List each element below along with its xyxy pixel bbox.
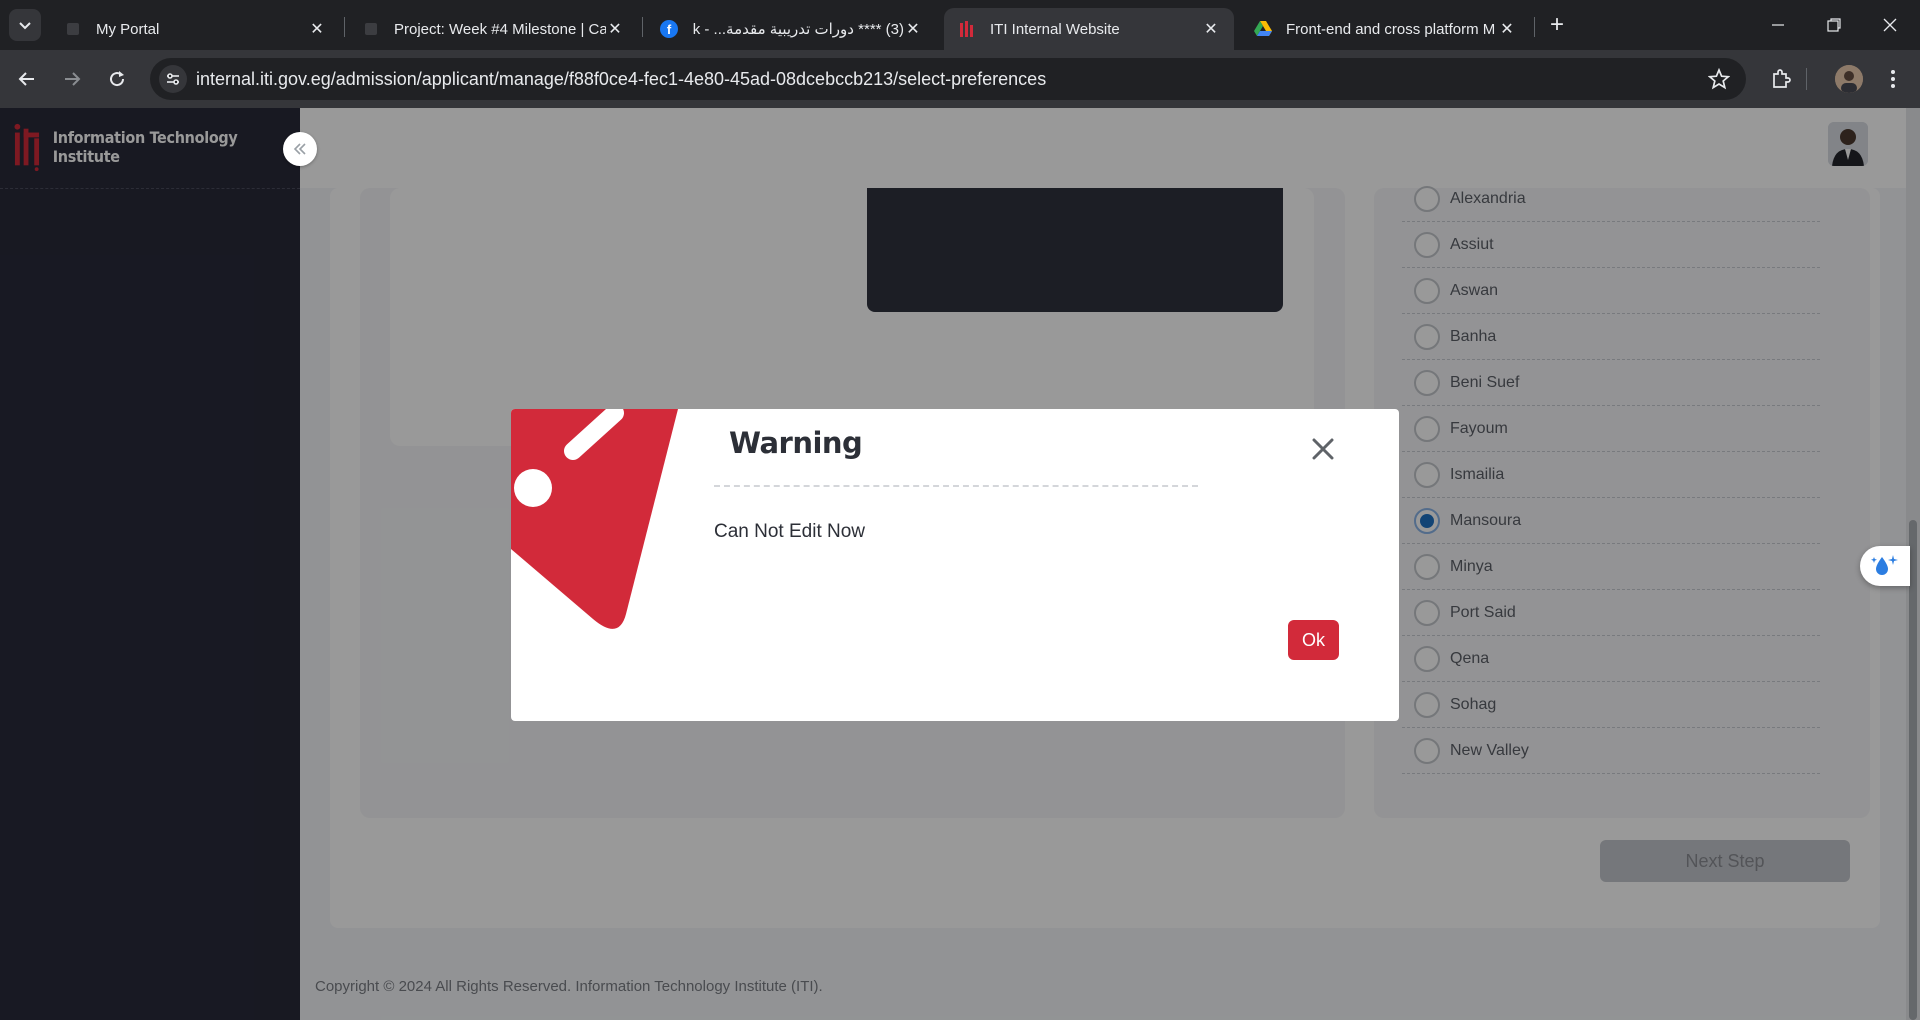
forward-button[interactable] xyxy=(57,64,87,94)
browser-tab-my-portal[interactable]: My Portal ✕ xyxy=(50,8,340,50)
site-info-button[interactable] xyxy=(159,65,187,93)
portal-icon xyxy=(362,20,380,38)
close-window-button[interactable] xyxy=(1862,0,1918,50)
warning-decoration-graphic xyxy=(511,409,678,629)
iti-icon xyxy=(958,20,976,38)
tab-separator xyxy=(344,17,345,37)
arrow-left-icon xyxy=(18,72,34,86)
back-button[interactable] xyxy=(12,64,42,94)
browser-tab-iti-internal[interactable]: ITI Internal Website ✕ xyxy=(944,8,1234,50)
close-icon xyxy=(1883,18,1897,32)
profile-avatar-icon xyxy=(1835,65,1863,93)
tab-title: My Portal xyxy=(96,20,160,38)
tab-close-icon[interactable]: ✕ xyxy=(1202,19,1220,39)
modal-close-button[interactable] xyxy=(1308,434,1338,464)
ok-button[interactable]: Ok xyxy=(1288,620,1339,660)
browser-toolbar: internal.iti.gov.eg/admission/applicant/… xyxy=(0,50,1920,108)
reload-icon xyxy=(110,71,125,87)
close-icon xyxy=(1312,438,1334,460)
minimize-button[interactable] xyxy=(1750,0,1806,50)
browser-menu-button[interactable] xyxy=(1880,66,1906,92)
warning-modal: Warning Can Not Edit Now Ok xyxy=(511,409,1399,721)
water-drop-sparkle-icon xyxy=(1871,555,1898,575)
tab-close-icon[interactable]: ✕ xyxy=(308,19,326,39)
tab-title: ITI Internal Website xyxy=(990,20,1120,38)
modal-divider xyxy=(714,485,1198,487)
svg-text:f: f xyxy=(667,22,672,37)
tab-close-icon[interactable]: ✕ xyxy=(904,19,922,39)
facebook-icon: f xyxy=(660,20,678,38)
url-text[interactable]: internal.iti.gov.eg/admission/applicant/… xyxy=(196,69,1046,90)
floating-helper-button[interactable] xyxy=(1860,546,1910,586)
tab-search-button[interactable] xyxy=(9,9,41,41)
browser-tab-facebook[interactable]: f (3) **** دورات تدريبية مقدمة... - k ✕ xyxy=(646,8,936,50)
tune-icon xyxy=(167,73,179,85)
portal-icon xyxy=(64,20,82,38)
double-chevron-left-icon xyxy=(293,143,306,155)
tab-title: Front-end and cross platform M xyxy=(1286,20,1496,38)
tab-close-icon[interactable]: ✕ xyxy=(1498,19,1516,39)
tab-close-icon[interactable]: ✕ xyxy=(606,19,624,39)
browser-tab-project[interactable]: Project: Week #4 Milestone | Ca ✕ xyxy=(348,8,638,50)
chevron-down-icon xyxy=(19,22,31,30)
google-drive-icon xyxy=(1254,20,1272,38)
new-tab-button[interactable]: + xyxy=(1543,11,1571,39)
tab-title: Project: Week #4 Milestone | Ca xyxy=(394,20,606,38)
profile-avatar-button[interactable] xyxy=(1835,65,1863,93)
more-vertical-icon xyxy=(1891,70,1895,88)
puzzle-icon xyxy=(1773,69,1791,88)
address-bar[interactable]: internal.iti.gov.eg/admission/applicant/… xyxy=(150,58,1746,100)
minimize-icon xyxy=(1772,24,1784,26)
modal-message: Can Not Edit Now xyxy=(714,521,866,542)
restore-icon xyxy=(1827,18,1841,32)
modal-title: Warning xyxy=(729,426,863,460)
tab-separator xyxy=(642,17,643,37)
sidebar-collapse-button[interactable] xyxy=(283,132,317,166)
browser-tab-drive[interactable]: Front-end and cross platform M ✕ xyxy=(1240,8,1530,50)
tab-separator xyxy=(1534,17,1535,37)
restore-button[interactable] xyxy=(1806,0,1862,50)
bookmark-star-icon[interactable] xyxy=(1707,67,1731,95)
toolbar-separator xyxy=(1806,68,1807,90)
extensions-button[interactable] xyxy=(1768,66,1794,92)
reload-button[interactable] xyxy=(102,64,132,94)
web-page: Information Technology Institute Alexand… xyxy=(0,108,1920,1020)
arrow-right-icon xyxy=(65,72,81,86)
tab-title: (3) **** دورات تدريبية مقدمة... - k xyxy=(692,21,904,38)
browser-tab-strip: My Portal ✕ Project: Week #4 Milestone |… xyxy=(0,0,1920,50)
